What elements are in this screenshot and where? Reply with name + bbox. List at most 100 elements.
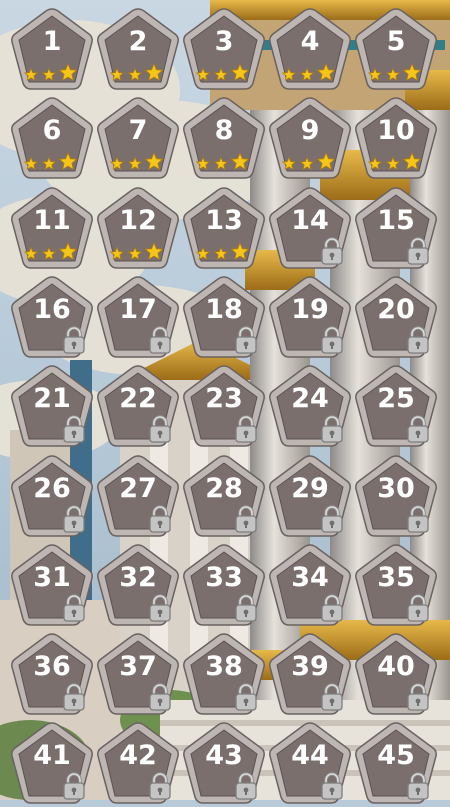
level-button-30[interactable]: 30 [353, 454, 439, 540]
star-rating [23, 152, 78, 171]
level-number: 16 [33, 293, 71, 325]
padlock-icon [149, 415, 171, 443]
level-button-13[interactable]: 13 [181, 186, 267, 272]
level-number: 27 [119, 472, 157, 504]
level-button-32[interactable]: 32 [95, 543, 181, 629]
level-button-41[interactable]: 41 [9, 721, 95, 807]
level-number: 42 [119, 740, 157, 772]
level-button-42[interactable]: 42 [95, 721, 181, 807]
padlock-icon [149, 326, 171, 354]
star-rating [367, 62, 422, 82]
star-icon [58, 152, 78, 171]
level-number: 40 [377, 651, 415, 683]
level-number: 4 [300, 26, 320, 57]
level-number: 38 [205, 651, 243, 683]
level-number: 6 [42, 115, 62, 147]
level-button-22[interactable]: 22 [95, 364, 181, 450]
level-number: 41 [33, 740, 71, 772]
level-number: 28 [205, 472, 243, 504]
level-button-27[interactable]: 27 [95, 454, 181, 540]
level-button-39[interactable]: 39 [267, 632, 353, 718]
star-icon [299, 156, 315, 171]
level-button-36[interactable]: 36 [9, 632, 95, 718]
star-icon [195, 246, 211, 260]
star-icon [41, 67, 57, 82]
level-button-5[interactable]: 5 [353, 7, 439, 93]
star-rating [23, 62, 78, 82]
level-button-10[interactable]: 10 [353, 96, 439, 182]
padlock-icon [63, 326, 85, 354]
level-number: 15 [377, 204, 415, 236]
level-button-3[interactable]: 3 [181, 7, 267, 93]
level-number: 2 [128, 26, 148, 57]
padlock-icon [407, 683, 429, 711]
padlock-icon [235, 683, 257, 711]
level-button-23[interactable]: 23 [181, 364, 267, 450]
level-number: 8 [214, 115, 234, 147]
level-number: 36 [33, 651, 71, 683]
star-icon [144, 152, 164, 171]
padlock-icon [149, 772, 171, 801]
level-button-43[interactable]: 43 [181, 721, 267, 807]
star-rating [281, 62, 336, 82]
level-button-26[interactable]: 26 [9, 454, 95, 540]
level-number: 26 [33, 472, 71, 504]
star-icon [41, 156, 57, 171]
level-button-25[interactable]: 25 [353, 364, 439, 450]
star-rating [109, 152, 164, 171]
star-icon [23, 156, 39, 171]
level-button-44[interactable]: 44 [267, 721, 353, 807]
star-icon [316, 152, 336, 171]
star-rating [281, 152, 336, 171]
level-button-4[interactable]: 4 [267, 7, 353, 93]
level-button-18[interactable]: 18 [181, 275, 267, 361]
level-number: 35 [377, 561, 415, 593]
level-button-15[interactable]: 15 [353, 186, 439, 272]
level-button-21[interactable]: 21 [9, 364, 95, 450]
level-button-33[interactable]: 33 [181, 543, 267, 629]
level-button-7[interactable]: 7 [95, 96, 181, 182]
level-button-28[interactable]: 28 [181, 454, 267, 540]
star-icon [58, 241, 78, 260]
star-icon [195, 67, 211, 82]
level-button-34[interactable]: 34 [267, 543, 353, 629]
level-button-11[interactable]: 11 [9, 186, 95, 272]
level-button-31[interactable]: 31 [9, 543, 95, 629]
level-button-37[interactable]: 37 [95, 632, 181, 718]
padlock-icon [407, 504, 429, 533]
padlock-icon [407, 415, 429, 443]
level-number: 19 [291, 293, 329, 325]
level-button-14[interactable]: 14 [267, 186, 353, 272]
star-icon [402, 152, 422, 171]
level-button-6[interactable]: 6 [9, 96, 95, 182]
level-button-9[interactable]: 9 [267, 96, 353, 182]
level-number: 34 [291, 561, 329, 593]
padlock-icon [235, 504, 257, 533]
level-button-17[interactable]: 17 [95, 275, 181, 361]
level-button-20[interactable]: 20 [353, 275, 439, 361]
level-button-35[interactable]: 35 [353, 543, 439, 629]
level-button-45[interactable]: 45 [353, 721, 439, 807]
padlock-icon [235, 326, 257, 354]
level-button-2[interactable]: 2 [95, 7, 181, 93]
star-icon [213, 156, 229, 171]
level-number: 29 [291, 472, 329, 504]
level-button-16[interactable]: 16 [9, 275, 95, 361]
star-icon [316, 62, 336, 82]
level-number: 32 [119, 561, 157, 593]
padlock-icon [235, 415, 257, 443]
level-button-12[interactable]: 12 [95, 186, 181, 272]
level-button-29[interactable]: 29 [267, 454, 353, 540]
level-button-40[interactable]: 40 [353, 632, 439, 718]
level-button-8[interactable]: 8 [181, 96, 267, 182]
level-button-38[interactable]: 38 [181, 632, 267, 718]
level-grid: 1 2 3 4 5 6 7 8 9 10 11 12 13 14 15 16 17 18 19 20 21 22 23 24 2… [0, 0, 450, 805]
padlock-icon [321, 415, 343, 443]
padlock-icon [63, 683, 85, 711]
padlock-icon [321, 504, 343, 533]
star-icon [230, 152, 250, 171]
level-number: 5 [386, 26, 406, 57]
level-button-24[interactable]: 24 [267, 364, 353, 450]
level-button-1[interactable]: 1 [9, 7, 95, 93]
level-button-19[interactable]: 19 [267, 275, 353, 361]
